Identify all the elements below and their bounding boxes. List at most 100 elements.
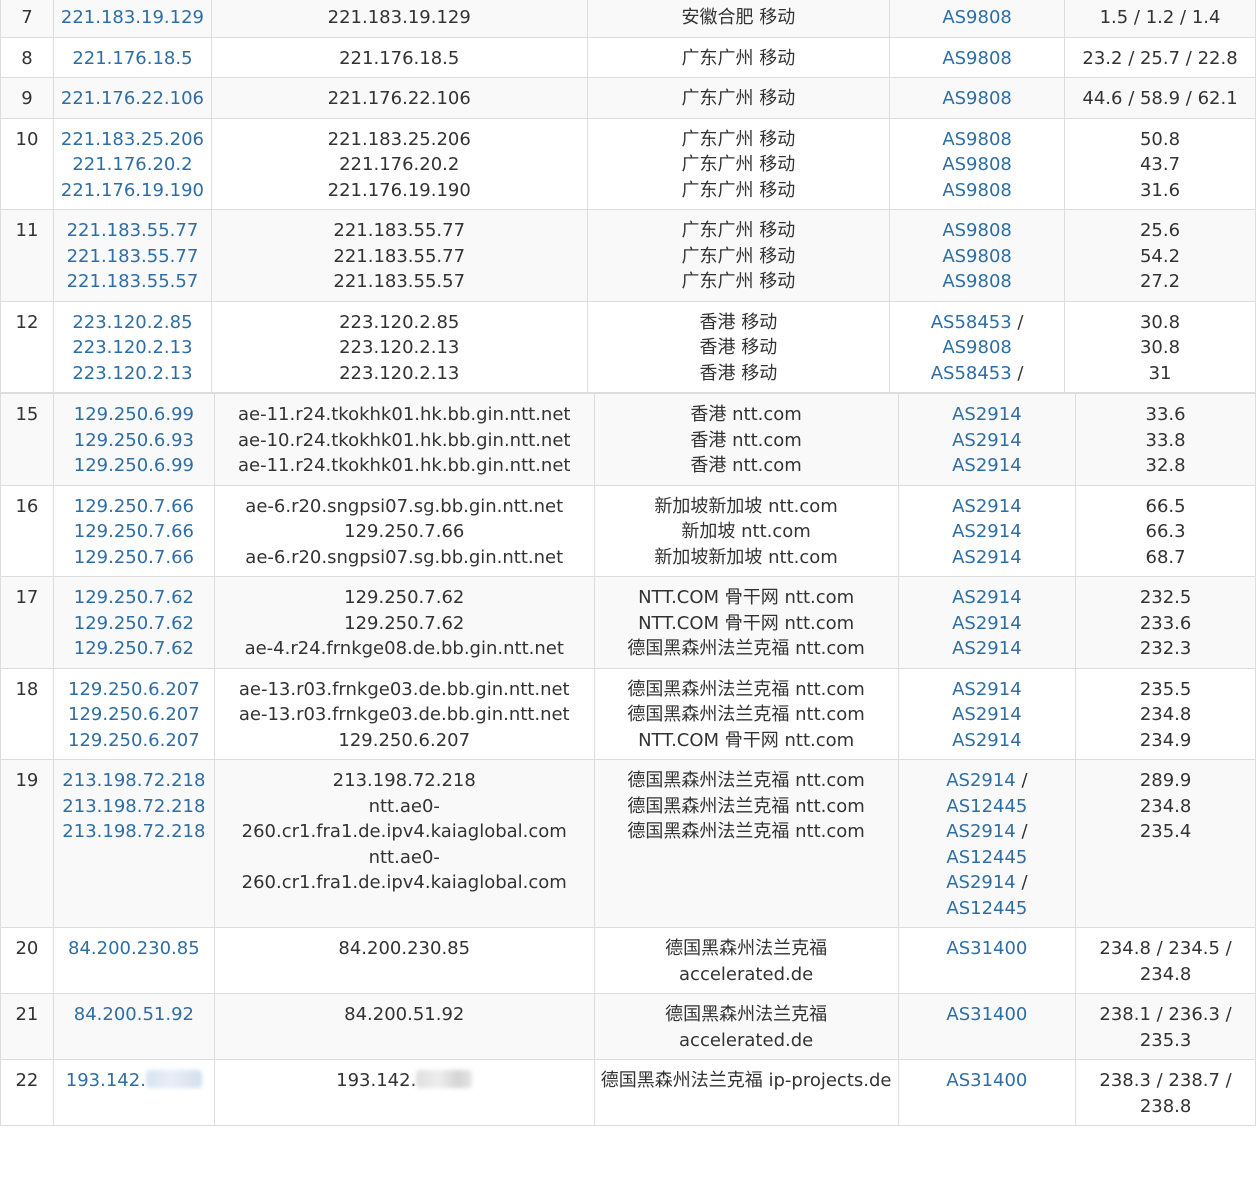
ip-link[interactable]: 193.142.: [66, 1070, 146, 1091]
ip-link[interactable]: 129.250.7.66: [74, 521, 194, 542]
latency-cell: 234.8 / 234.5 / 234.8: [1075, 927, 1256, 994]
latency-cell: 33.6 33.8 32.8: [1075, 393, 1256, 486]
ip-link[interactable]: 213.198.72.218: [62, 796, 205, 817]
ip-link[interactable]: 84.200.51.92: [74, 1004, 194, 1025]
table-row: 15 129.250.6.99 129.250.6.93 129.250.6.99 ae…: [0, 393, 1256, 486]
asn-link[interactable]: AS2914: [946, 821, 1016, 842]
ip-link[interactable]: 221.183.55.77: [67, 220, 199, 241]
hostname-text: ae-4.r24.frnkge08.de.bb.gin.ntt.net: [244, 638, 564, 659]
ip-link[interactable]: 223.120.2.85: [72, 312, 192, 333]
asn-link[interactable]: AS2914: [952, 704, 1022, 725]
table-row: 18 129.250.6.207 129.250.6.207 129.250.6.20…: [0, 667, 1256, 760]
hop-number: 9: [21, 88, 33, 109]
asn-link[interactable]: AS2914: [952, 679, 1022, 700]
hop-number: 8: [21, 47, 33, 69]
ip-cell: 221.183.25.206 221.176.20.2 221.176.19.190: [52, 117, 212, 210]
asn-link[interactable]: AS9808: [942, 129, 1012, 150]
ip-link[interactable]: 129.250.6.207: [68, 704, 200, 725]
ip-link[interactable]: 129.250.7.62: [74, 638, 194, 659]
asn-link[interactable]: AS12445: [946, 796, 1027, 817]
ip-link[interactable]: 129.250.6.93: [74, 430, 194, 451]
latency-text: 238.8: [1139, 1095, 1192, 1117]
traceroute-table-part-2: 15 129.250.6.99 129.250.6.93 129.250.6.99 ae…: [0, 393, 1256, 1126]
traceroute-table: 7 221.183.19.129 221.183.19.129 安徽合肥 移动 AS98…: [0, 0, 1256, 1126]
asn-link[interactable]: AS12445: [946, 847, 1027, 868]
asn-link[interactable]: AS2914: [952, 455, 1022, 476]
ip-cell: 223.120.2.85 223.120.2.13 223.120.2.13: [52, 300, 212, 393]
ip-cell: 221.176.22.106: [52, 77, 212, 119]
asn-link[interactable]: AS9808: [942, 88, 1012, 109]
asn-link[interactable]: AS9808: [942, 48, 1012, 69]
asn-link[interactable]: AS9808: [942, 246, 1012, 267]
asn-link[interactable]: AS9808: [942, 180, 1012, 201]
hop-number: 10: [15, 128, 39, 150]
hostname-text: ae-13.r03.frnkge03.de.bb.gin.ntt.net: [238, 678, 570, 700]
ip-link[interactable]: 129.250.6.99: [74, 455, 194, 476]
asn-link[interactable]: AS2914: [952, 730, 1022, 751]
ip-link[interactable]: 223.120.2.13: [72, 337, 192, 358]
latency-text: 30.8: [1139, 337, 1181, 358]
asn-link[interactable]: AS31400: [946, 1070, 1027, 1091]
hostname-text: 129.250.7.66: [344, 521, 465, 542]
asn-link[interactable]: AS58453: [931, 363, 1012, 384]
ip-link[interactable]: 221.183.19.129: [61, 7, 204, 28]
asn-link[interactable]: AS2914: [952, 430, 1022, 451]
location-text: 德国黑森州法兰克福: [665, 938, 828, 959]
ip-link[interactable]: 221.183.25.206: [61, 129, 204, 150]
asn-link[interactable]: AS2914: [952, 547, 1022, 568]
ip-link[interactable]: 129.250.7.66: [74, 547, 194, 568]
ip-link[interactable]: 213.198.72.218: [62, 821, 205, 842]
ip-link[interactable]: 129.250.6.207: [68, 730, 200, 751]
ip-link[interactable]: 129.250.7.62: [74, 587, 194, 608]
hop-number: 12: [15, 311, 39, 333]
ip-link[interactable]: 129.250.6.99: [74, 404, 194, 425]
asn-link[interactable]: AS2914: [952, 496, 1022, 517]
ip-link[interactable]: 221.183.55.57: [67, 271, 199, 292]
ip-link[interactable]: 223.120.2.13: [72, 363, 192, 384]
ip-link[interactable]: 221.176.22.106: [61, 88, 204, 109]
asn-link[interactable]: AS9808: [942, 154, 1012, 175]
asn-link[interactable]: AS2914: [952, 404, 1022, 425]
asn-link[interactable]: AS2914: [952, 587, 1022, 608]
asn-cell: AS2914 AS2914 AS2914: [897, 667, 1077, 760]
ip-link[interactable]: 221.176.20.2: [72, 154, 192, 175]
asn-link[interactable]: AS9808: [942, 271, 1012, 292]
asn-link[interactable]: AS9808: [942, 220, 1012, 241]
latency-text: 232.5: [1139, 587, 1192, 608]
asn-link[interactable]: AS2914: [952, 638, 1022, 659]
location-text: accelerated.de: [679, 963, 814, 985]
location-text: 香港 ntt.com: [690, 455, 802, 476]
ip-link[interactable]: 129.250.6.207: [68, 679, 200, 700]
hostname-text: 221.183.25.206: [327, 128, 471, 150]
ip-link[interactable]: 221.176.18.5: [72, 48, 192, 69]
ip-link[interactable]: 129.250.7.62: [74, 613, 194, 634]
ip-link[interactable]: 213.198.72.218: [62, 770, 205, 791]
asn-link[interactable]: AS2914: [946, 872, 1016, 893]
asn-cell: AS2914 AS2914 AS2914: [897, 393, 1077, 486]
ip-link[interactable]: 84.200.230.85: [68, 938, 200, 959]
ip-link[interactable]: 221.183.55.77: [67, 246, 199, 267]
hop-number: 18: [15, 678, 39, 700]
asn-link[interactable]: AS9808: [942, 337, 1012, 358]
hostname-text: 260.cr1.fra1.de.ipv4.kaiaglobal.com: [241, 872, 567, 893]
ip-cell: 129.250.7.62 129.250.7.62 129.250.7.62: [52, 576, 215, 669]
latency-text: 25.6: [1139, 220, 1181, 241]
location-text: 广东广州 移动: [681, 271, 796, 292]
ip-link[interactable]: 129.250.7.66: [74, 496, 194, 517]
location-text: 德国黑森州法兰克福 ntt.com: [627, 638, 865, 659]
asn-link[interactable]: AS12445: [946, 898, 1027, 919]
ip-link[interactable]: 221.176.19.190: [61, 180, 204, 201]
ip-cell: 221.183.55.77 221.183.55.77 221.183.55.57: [52, 209, 212, 302]
asn-link[interactable]: AS31400: [946, 1004, 1027, 1025]
asn-link[interactable]: AS2914: [952, 613, 1022, 634]
asn-link[interactable]: AS9808: [942, 7, 1012, 28]
hostname-cell: 129.250.7.62 129.250.7.62 ae-4.r24.frnkge0…: [213, 576, 595, 669]
latency-cell: 238.1 / 236.3 / 235.3: [1075, 993, 1256, 1060]
hop-number: 17: [15, 587, 39, 608]
asn-link[interactable]: AS58453: [931, 312, 1012, 333]
asn-link[interactable]: AS31400: [946, 938, 1027, 959]
hop-cell: 16: [0, 484, 54, 577]
hostname-cell: 213.198.72.218 ntt.ae0- 260.cr1.fra1.de.ip…: [213, 759, 595, 928]
asn-link[interactable]: AS2914: [946, 770, 1016, 791]
asn-link[interactable]: AS2914: [952, 521, 1022, 542]
